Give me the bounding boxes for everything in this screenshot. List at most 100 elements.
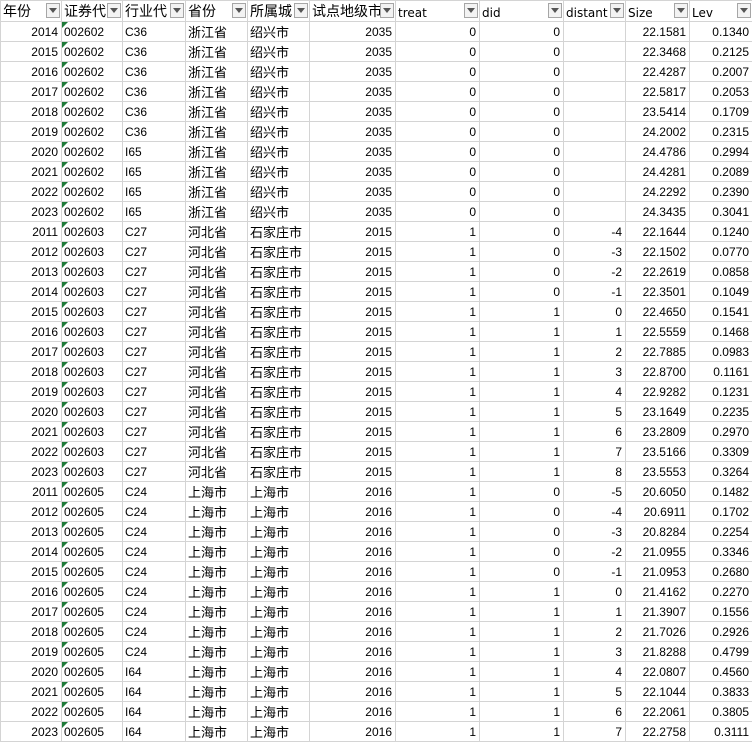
cell-province[interactable]: 上海市: [186, 582, 248, 602]
cell-year[interactable]: 2022: [1, 702, 62, 722]
cell-city[interactable]: 石家庄市: [248, 442, 310, 462]
cell-city[interactable]: 上海市: [248, 602, 310, 622]
cell-stock-code[interactable]: 002605: [62, 642, 123, 662]
cell-treat[interactable]: 1: [396, 662, 480, 682]
filter-dropdown-icon[interactable]: [610, 3, 624, 18]
cell-treat[interactable]: 0: [396, 142, 480, 162]
cell-stock-code[interactable]: 002603: [62, 382, 123, 402]
cell-province[interactable]: 河北省: [186, 222, 248, 242]
cell-did[interactable]: 1: [480, 682, 564, 702]
cell-year[interactable]: 2022: [1, 442, 62, 462]
cell-did[interactable]: 1: [480, 342, 564, 362]
cell-treat[interactable]: 1: [396, 262, 480, 282]
header-cell-size[interactable]: Size: [626, 1, 690, 22]
cell-pilot-city[interactable]: 2015: [310, 362, 396, 382]
cell-year[interactable]: 2022: [1, 182, 62, 202]
cell-did[interactable]: 1: [480, 702, 564, 722]
header-cell-city[interactable]: 所属城: [248, 1, 310, 22]
cell-lev[interactable]: 0.4560: [690, 662, 752, 682]
cell-city[interactable]: 上海市: [248, 622, 310, 642]
cell-lev[interactable]: 0.0858: [690, 262, 752, 282]
cell-pilot-city[interactable]: 2016: [310, 602, 396, 622]
cell-distant[interactable]: -2: [564, 542, 626, 562]
cell-did[interactable]: 1: [480, 402, 564, 422]
cell-treat[interactable]: 0: [396, 42, 480, 62]
cell-distant[interactable]: 1: [564, 322, 626, 342]
cell-distant[interactable]: [564, 122, 626, 142]
cell-stock-code[interactable]: 002605: [62, 542, 123, 562]
cell-distant[interactable]: 2: [564, 342, 626, 362]
header-cell-province[interactable]: 省份: [186, 1, 248, 22]
cell-distant[interactable]: 6: [564, 422, 626, 442]
cell-industry-code[interactable]: C24: [123, 642, 186, 662]
cell-pilot-city[interactable]: 2016: [310, 542, 396, 562]
cell-province[interactable]: 河北省: [186, 422, 248, 442]
cell-pilot-city[interactable]: 2035: [310, 142, 396, 162]
cell-distant[interactable]: -3: [564, 522, 626, 542]
cell-year[interactable]: 2017: [1, 602, 62, 622]
cell-treat[interactable]: 1: [396, 482, 480, 502]
cell-treat[interactable]: 0: [396, 202, 480, 222]
cell-pilot-city[interactable]: 2016: [310, 682, 396, 702]
cell-industry-code[interactable]: I65: [123, 182, 186, 202]
cell-distant[interactable]: 2: [564, 622, 626, 642]
cell-industry-code[interactable]: C27: [123, 242, 186, 262]
cell-stock-code[interactable]: 002605: [62, 622, 123, 642]
cell-distant[interactable]: -2: [564, 262, 626, 282]
cell-pilot-city[interactable]: 2015: [310, 342, 396, 362]
cell-treat[interactable]: 1: [396, 242, 480, 262]
cell-province[interactable]: 上海市: [186, 602, 248, 622]
cell-lev[interactable]: 0.0983: [690, 342, 752, 362]
cell-did[interactable]: 0: [480, 522, 564, 542]
cell-industry-code[interactable]: C27: [123, 222, 186, 242]
cell-lev[interactable]: 0.3346: [690, 542, 752, 562]
cell-size[interactable]: 22.4650: [626, 302, 690, 322]
cell-distant[interactable]: -4: [564, 222, 626, 242]
cell-province[interactable]: 上海市: [186, 482, 248, 502]
cell-did[interactable]: 0: [480, 562, 564, 582]
cell-distant[interactable]: 3: [564, 362, 626, 382]
cell-size[interactable]: 22.5559: [626, 322, 690, 342]
filter-dropdown-icon[interactable]: [464, 3, 478, 18]
cell-year[interactable]: 2011: [1, 482, 62, 502]
cell-stock-code[interactable]: 002603: [62, 402, 123, 422]
cell-province[interactable]: 河北省: [186, 282, 248, 302]
cell-did[interactable]: 1: [480, 322, 564, 342]
cell-did[interactable]: 0: [480, 262, 564, 282]
cell-year[interactable]: 2011: [1, 222, 62, 242]
cell-industry-code[interactable]: C36: [123, 102, 186, 122]
cell-province[interactable]: 浙江省: [186, 122, 248, 142]
cell-year[interactable]: 2023: [1, 202, 62, 222]
cell-stock-code[interactable]: 002603: [62, 222, 123, 242]
cell-treat[interactable]: 1: [396, 642, 480, 662]
header-cell-industry-code[interactable]: 行业代: [123, 1, 186, 22]
cell-treat[interactable]: 1: [396, 222, 480, 242]
cell-did[interactable]: 1: [480, 422, 564, 442]
filter-dropdown-icon[interactable]: [46, 3, 60, 18]
cell-city[interactable]: 绍兴市: [248, 122, 310, 142]
cell-pilot-city[interactable]: 2016: [310, 482, 396, 502]
cell-pilot-city[interactable]: 2015: [310, 302, 396, 322]
cell-stock-code[interactable]: 002603: [62, 362, 123, 382]
cell-distant[interactable]: [564, 62, 626, 82]
cell-did[interactable]: 0: [480, 542, 564, 562]
cell-industry-code[interactable]: C36: [123, 82, 186, 102]
cell-stock-code[interactable]: 002602: [62, 102, 123, 122]
cell-lev[interactable]: 0.0770: [690, 242, 752, 262]
cell-size[interactable]: 22.3468: [626, 42, 690, 62]
cell-stock-code[interactable]: 002603: [62, 322, 123, 342]
cell-province[interactable]: 上海市: [186, 642, 248, 662]
cell-size[interactable]: 22.0807: [626, 662, 690, 682]
cell-pilot-city[interactable]: 2016: [310, 582, 396, 602]
cell-lev[interactable]: 0.3309: [690, 442, 752, 462]
cell-year[interactable]: 2018: [1, 622, 62, 642]
cell-size[interactable]: 24.4786: [626, 142, 690, 162]
cell-year[interactable]: 2020: [1, 142, 62, 162]
cell-city[interactable]: 石家庄市: [248, 382, 310, 402]
cell-year[interactable]: 2019: [1, 122, 62, 142]
cell-stock-code[interactable]: 002605: [62, 482, 123, 502]
cell-lev[interactable]: 0.3041: [690, 202, 752, 222]
cell-province[interactable]: 浙江省: [186, 82, 248, 102]
cell-province[interactable]: 上海市: [186, 522, 248, 542]
cell-size[interactable]: 22.1502: [626, 242, 690, 262]
